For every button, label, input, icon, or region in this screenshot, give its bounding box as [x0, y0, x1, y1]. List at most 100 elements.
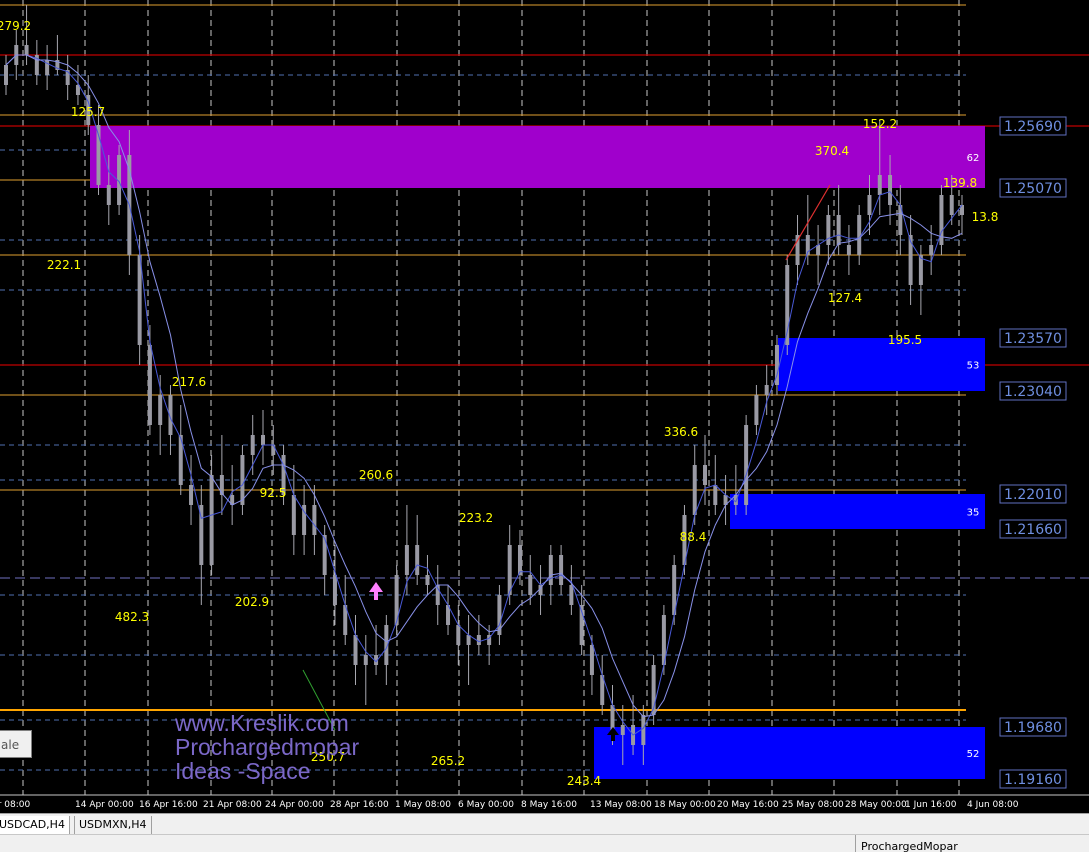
candle-body	[456, 625, 461, 645]
x-tick-label: 6 May 00:00	[458, 800, 514, 810]
x-tick-label: 1 Jun 16:00	[905, 800, 957, 810]
candle-body	[641, 715, 646, 745]
swing-annotation: 260.6	[359, 468, 393, 482]
swing-annotation: 243.4	[567, 774, 601, 788]
scale-button[interactable]: ale	[0, 730, 32, 758]
candle-body	[528, 575, 533, 595]
swing-annotation: 202.9	[235, 595, 269, 609]
candle-body	[147, 345, 152, 425]
zone-box	[594, 727, 985, 779]
candle-body	[713, 485, 718, 505]
candle-body	[589, 645, 594, 675]
candle-body	[106, 185, 111, 205]
candle-body	[744, 425, 749, 505]
candle-body	[219, 475, 224, 495]
candle-body	[322, 535, 327, 575]
zone-label: 35	[967, 508, 980, 519]
x-tick-label: 13 May 08:00	[590, 800, 652, 810]
candle-body	[846, 245, 851, 255]
zone-box	[778, 338, 985, 391]
candle-body	[548, 555, 553, 585]
candle-body	[425, 575, 430, 585]
x-tick-label: pr 08:00	[0, 800, 30, 810]
candle-body	[888, 175, 893, 205]
zone-box	[90, 126, 985, 188]
candle-body	[476, 635, 481, 645]
candle-body	[836, 215, 841, 245]
price-chart[interactable]: 62 53 35 52 279.2 125.7 222.1 217.6 482.3 92.5 202…	[0, 0, 1089, 813]
swing-annotation: 139.8	[943, 176, 977, 190]
swing-annotation: 125.7	[71, 105, 105, 119]
candle-body	[517, 545, 522, 575]
x-tick-label: 24 Apr 00:00	[265, 800, 324, 810]
candle-body	[867, 195, 872, 215]
candle-body	[363, 655, 368, 665]
x-tick-label: 1 May 08:00	[395, 800, 451, 810]
price-label: 1.21660	[1004, 522, 1062, 538]
x-tick-label: 16 Apr 16:00	[139, 800, 198, 810]
swing-annotation: 279.2	[0, 19, 31, 33]
candle-body	[415, 545, 420, 575]
x-tick-label: 25 May 08:00	[782, 800, 844, 810]
candle-body	[569, 585, 574, 605]
candle-body	[929, 245, 934, 255]
x-tick-label: 28 Apr 16:00	[330, 800, 389, 810]
candle-body	[507, 545, 512, 595]
candle-body	[466, 635, 471, 645]
candle-body	[620, 725, 625, 735]
candle-body	[404, 545, 409, 575]
price-label: 1.19160	[1004, 772, 1062, 788]
chart-background	[0, 0, 1089, 813]
candle-body	[353, 635, 358, 665]
candle-body	[826, 215, 831, 245]
candle-body	[764, 385, 769, 395]
swing-annotation: 223.2	[459, 511, 493, 525]
candle-body	[857, 215, 862, 255]
swing-annotation: 482.3	[115, 610, 149, 624]
x-tick-label: 4 Jun 08:00	[967, 800, 1019, 810]
candle-body	[24, 45, 29, 55]
candle-body	[189, 485, 194, 505]
price-label: 1.23570	[1004, 331, 1062, 347]
watermark-line-3: Ideas -Space	[175, 758, 311, 784]
tab-usdcad[interactable]: USDCAD,H4	[0, 816, 70, 835]
zone-label: 52	[967, 749, 980, 760]
candle-body	[692, 465, 697, 515]
x-tick-label: 21 Apr 08:00	[203, 800, 262, 810]
candle-body	[918, 255, 923, 285]
candle-body	[332, 575, 337, 605]
candle-body	[497, 595, 502, 635]
swing-annotation: 195.5	[888, 333, 922, 347]
x-tick-label: 8 May 16:00	[521, 800, 577, 810]
candle-body	[4, 65, 8, 85]
candle-body	[209, 475, 214, 565]
zone-box	[730, 494, 985, 529]
x-tick-label: 20 May 16:00	[717, 800, 779, 810]
swing-annotation: 88.4	[680, 530, 707, 544]
price-label: 1.25070	[1004, 181, 1062, 197]
watermark-line-1: www.Kreslik.com	[175, 710, 349, 736]
candle-body	[250, 435, 255, 455]
swing-annotation: 13.8	[972, 210, 999, 224]
swing-annotation: 127.4	[828, 291, 862, 305]
candle-body	[158, 395, 163, 425]
zone-label: 53	[967, 361, 980, 372]
swing-annotation: 92.5	[260, 486, 287, 500]
price-label: 1.23040	[1004, 384, 1062, 400]
price-label: 1.22010	[1004, 487, 1062, 503]
candle-body	[939, 195, 944, 245]
status-bar: ProchargedMopar	[0, 834, 1089, 852]
swing-annotation: 152.2	[863, 117, 897, 131]
candle-body	[240, 455, 245, 505]
x-tick-label: 14 Apr 00:00	[75, 800, 134, 810]
candle-body	[754, 395, 759, 425]
swing-annotation: 265.2	[431, 754, 465, 768]
swing-annotation: 336.6	[664, 425, 698, 439]
candle-body	[559, 555, 564, 585]
chart-canvas[interactable]: 62 53 35 52 279.2 125.7 222.1 217.6 482.3 92.5 202…	[0, 0, 1089, 813]
x-tick-label: 18 May 00:00	[654, 800, 716, 810]
candle-body	[312, 505, 317, 535]
watermark-line-2: Prochargedmopar	[175, 734, 360, 760]
candle-body	[877, 175, 882, 195]
tab-usdmxn[interactable]: USDMXN,H4	[74, 816, 152, 835]
